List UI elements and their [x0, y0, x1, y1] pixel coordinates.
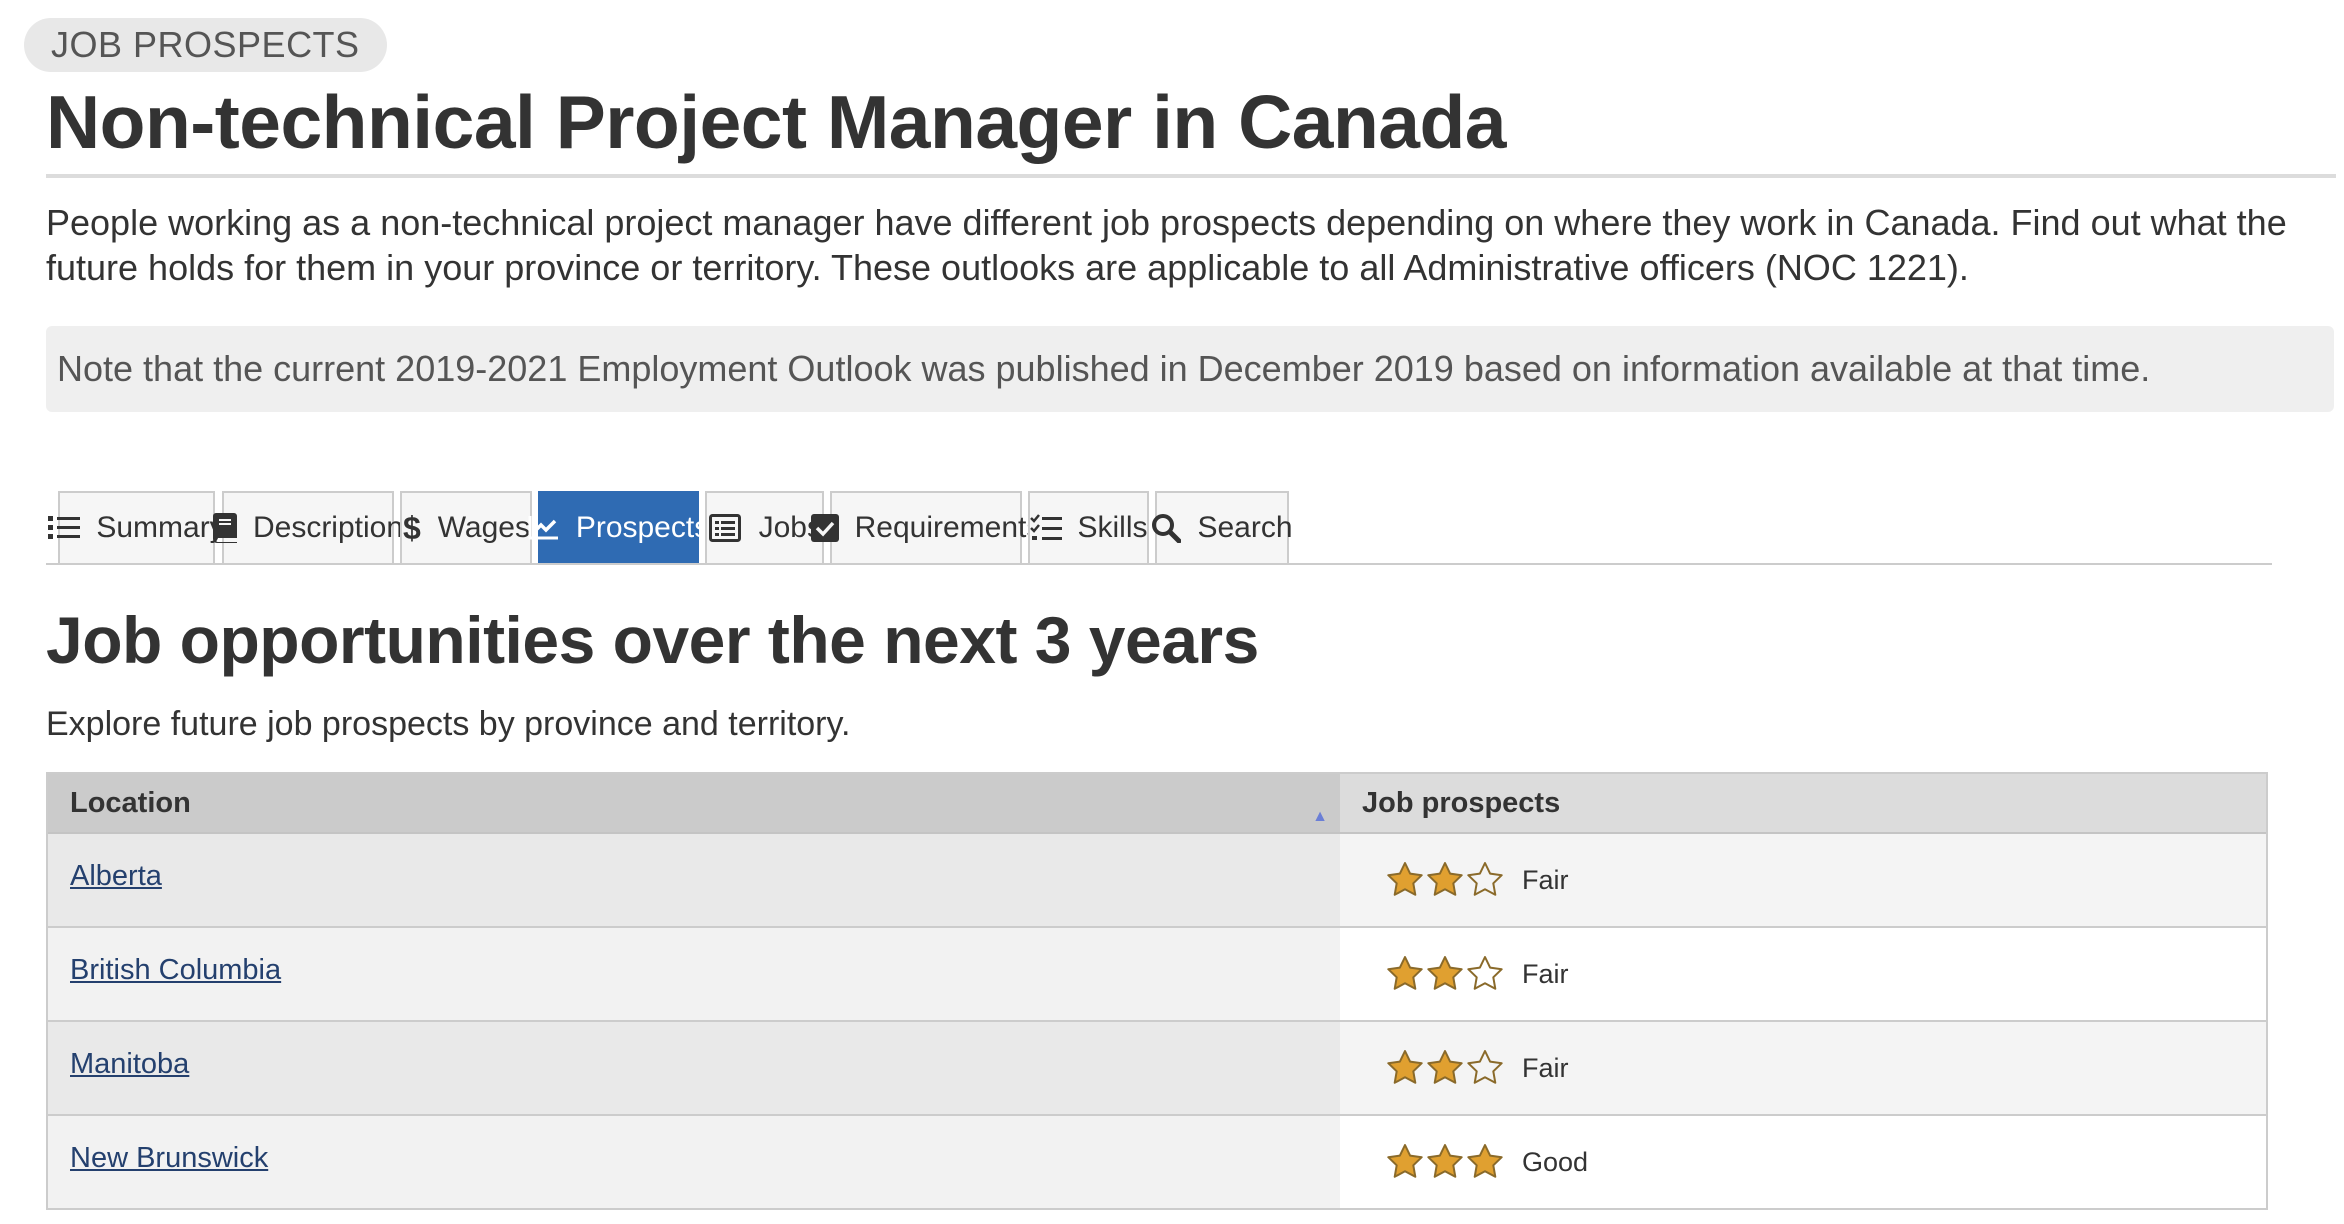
prospects-cell: Fair — [1340, 834, 2266, 926]
page: JOB PROSPECTS Non-technical Project Mana… — [0, 0, 2344, 1224]
location-cell: British Columbia — [48, 928, 1340, 1020]
list-icon — [48, 510, 81, 546]
star-filled-icon — [1387, 862, 1423, 896]
star-empty-icon — [1467, 956, 1503, 990]
rating-label: Fair — [1522, 864, 1569, 895]
tab-label: Search — [1197, 511, 1293, 544]
prospects-cell: Fair — [1340, 928, 2266, 1020]
tab-skills[interactable]: Skills — [1028, 491, 1149, 563]
tab-prospects[interactable]: Prospects — [528, 491, 709, 563]
table-row: Manitoba Fair — [48, 1022, 2266, 1116]
tab-jobs[interactable]: Jobs — [705, 491, 824, 563]
location-link[interactable]: New Brunswick — [70, 1142, 268, 1175]
star-filled-icon — [1387, 1050, 1423, 1084]
book-icon — [212, 510, 237, 546]
tab-bar: Summary Description $ Wages Prospects Jo… — [46, 491, 2272, 565]
tab-label: Prospects — [575, 511, 710, 544]
tab-label: Description — [252, 511, 404, 544]
star-filled-icon — [1387, 1144, 1423, 1178]
star-filled-icon — [1387, 956, 1423, 990]
star-filled-icon — [1427, 1050, 1463, 1084]
search-icon — [1151, 510, 1182, 546]
star-rating — [1386, 1049, 1504, 1087]
location-cell: Manitoba — [48, 1022, 1340, 1114]
list-alt-icon — [707, 510, 743, 546]
prospects-cell: Fair — [1340, 1022, 2266, 1114]
section-title: Job opportunities over the next 3 years — [46, 603, 1259, 677]
location-cell: New Brunswick — [48, 1116, 1340, 1208]
location-link[interactable]: Manitoba — [70, 1048, 189, 1081]
tab-label: Summary — [96, 511, 225, 544]
section-subtitle: Explore future job prospects by province… — [46, 705, 851, 743]
tab-requirements[interactable]: Requirements — [810, 491, 1041, 563]
star-filled-icon — [1427, 956, 1463, 990]
rating-label: Fair — [1522, 1052, 1569, 1083]
prospects-column-header[interactable]: Job prospects — [1340, 774, 2266, 832]
star-rating — [1386, 861, 1504, 899]
dollar-icon: $ — [402, 509, 421, 546]
star-rating — [1386, 1143, 1504, 1181]
table-row: New Brunswick Good — [48, 1116, 2266, 1210]
location-link[interactable]: British Columbia — [70, 954, 281, 987]
prospects-cell: Good — [1340, 1116, 2266, 1208]
page-title: Non-technical Project Manager in Canada — [46, 80, 1507, 164]
tab-label: Wages — [437, 511, 530, 544]
table-row: British Columbia Fair — [48, 928, 2266, 1022]
prospects-header-label: Job prospects — [1362, 787, 1561, 819]
sort-ascending-icon[interactable]: ▲ — [1312, 788, 1328, 846]
star-rating — [1386, 955, 1504, 993]
star-empty-icon — [1467, 862, 1503, 896]
star-filled-icon — [1467, 1144, 1503, 1178]
location-cell: Alberta — [48, 834, 1340, 926]
page-kicker: JOB PROSPECTS — [24, 18, 387, 72]
line-chart-icon — [528, 510, 560, 546]
tab-wages[interactable]: $ Wages — [400, 491, 532, 563]
intro-text: People working as a non-technical projec… — [46, 202, 2287, 288]
title-divider — [46, 174, 2336, 178]
star-filled-icon — [1427, 1144, 1463, 1178]
tab-search[interactable]: Search — [1152, 491, 1293, 563]
location-column-header[interactable]: Location ▲ — [48, 774, 1340, 832]
checkbox-icon — [810, 510, 839, 546]
table-header: Location ▲ Job prospects — [48, 774, 2266, 834]
rating-label: Good — [1522, 1146, 1589, 1177]
location-header-label: Location — [70, 787, 191, 819]
star-filled-icon — [1427, 862, 1463, 896]
rating-label: Fair — [1522, 958, 1569, 989]
tab-label: Skills — [1077, 511, 1148, 544]
outlook-note: Note that the current 2019-2021 Employme… — [46, 326, 2334, 412]
star-empty-icon — [1467, 1050, 1503, 1084]
checklist-icon — [1029, 510, 1062, 546]
location-link[interactable]: Alberta — [70, 860, 162, 893]
prospects-table: Location ▲ Job prospects Alberta Fair Brit… — [46, 772, 2268, 1210]
tab-summary[interactable]: Summary — [48, 491, 225, 563]
tab-label: Requirements — [854, 511, 1042, 544]
tab-description[interactable]: Description — [212, 491, 403, 563]
table-row: Alberta Fair — [48, 834, 2266, 928]
table-body: Alberta Fair British Columbia Fair Manitoba F… — [48, 834, 2266, 1210]
